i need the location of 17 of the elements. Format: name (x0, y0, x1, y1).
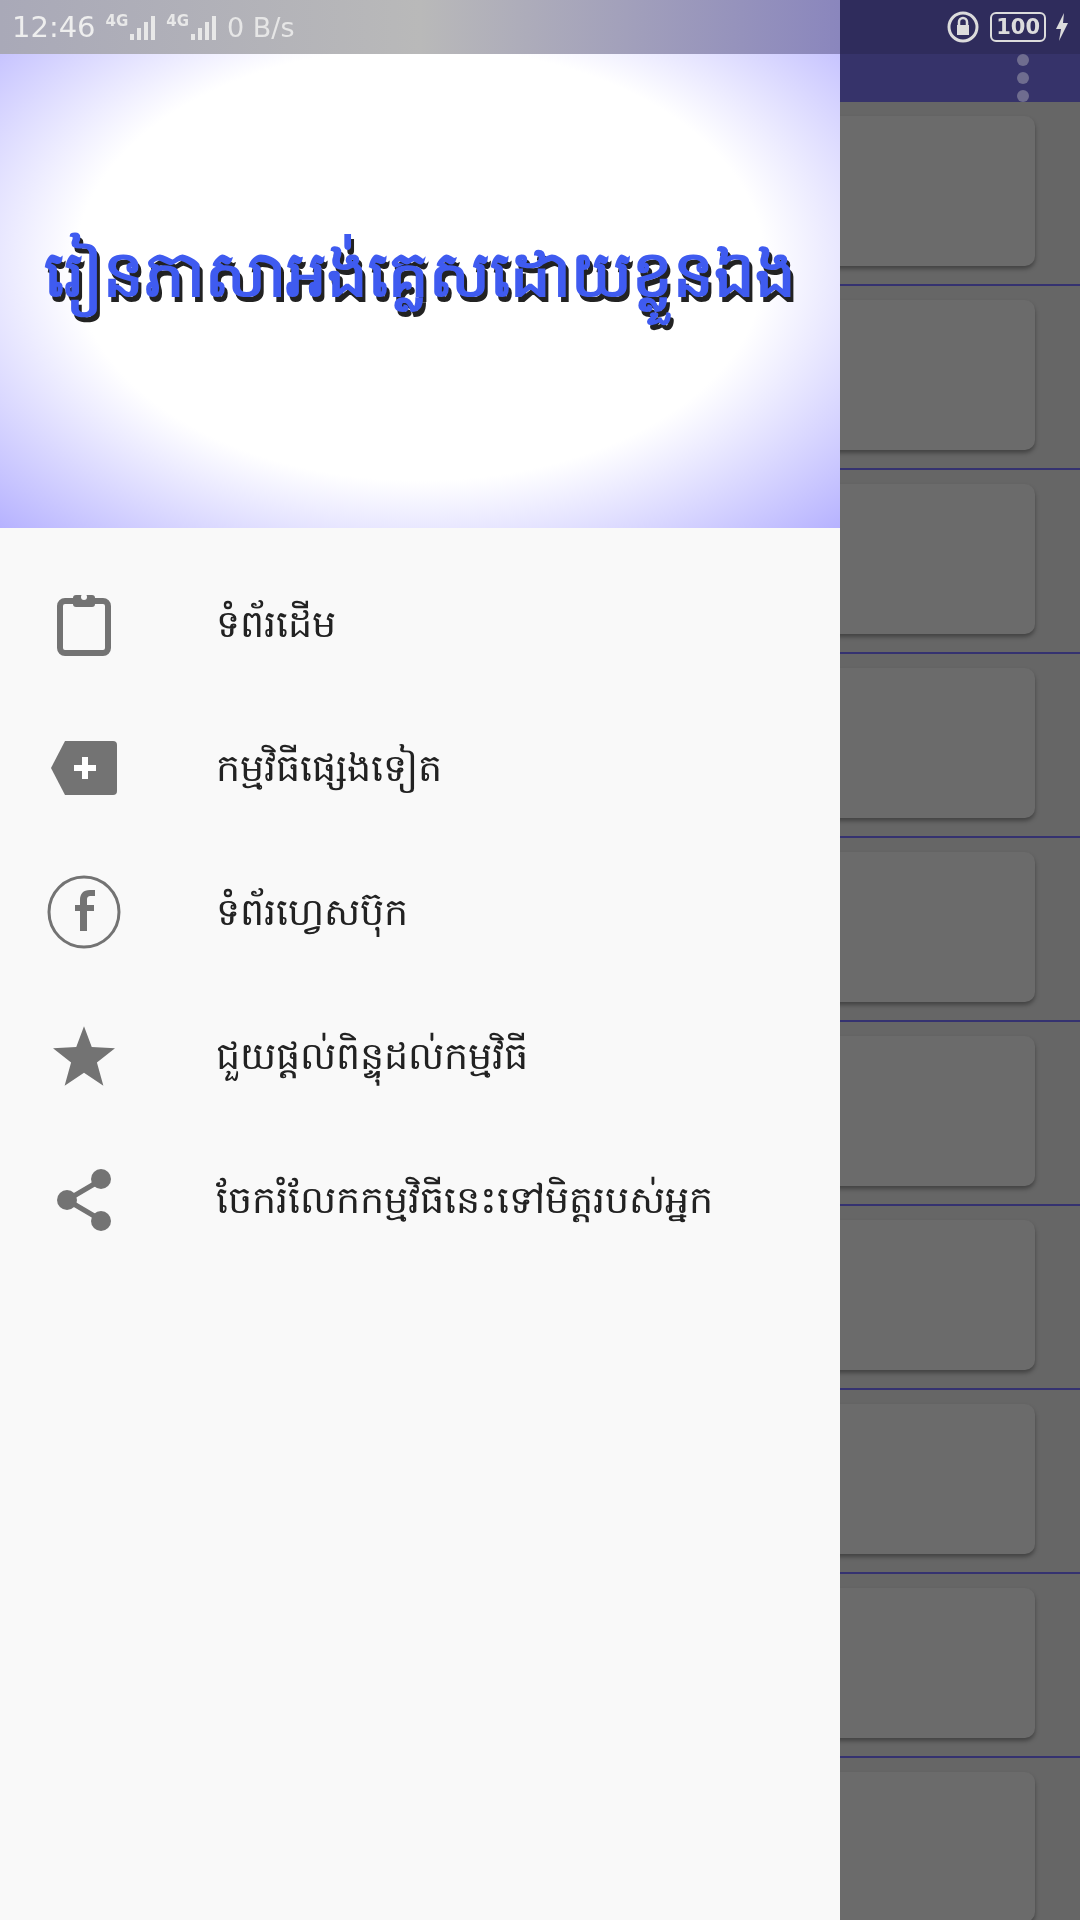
network-type: 4G (166, 14, 190, 29)
share-icon (55, 1168, 113, 1232)
facebook-icon (47, 875, 121, 949)
drawer-menu-item[interactable]: ចែករំលែកកម្មវិធីនេះទៅមិត្តរបស់អ្នក (0, 1128, 840, 1272)
network-type: 4G (105, 14, 129, 29)
tag-plus-icon (51, 741, 117, 795)
drawer-menu-item[interactable]: ទំព័រហ្វេសប៊ុក (0, 840, 840, 984)
signal-icon (191, 14, 218, 40)
drawer-menu-item[interactable]: កម្មវិធីផ្សេងទៀត (0, 696, 840, 840)
charging-icon (1056, 13, 1068, 41)
signal-icon (130, 14, 157, 40)
clock: 12:46 (12, 12, 96, 42)
star-icon (53, 1026, 115, 1086)
rotation-lock-icon (946, 10, 981, 44)
battery-indicator: 100 (990, 12, 1046, 42)
drawer-menu-item[interactable]: ទំព័រដើម (0, 552, 840, 696)
drawer-menu-item[interactable]: ជួយផ្តល់ពិន្ទុដល់កម្មវិធី (0, 984, 840, 1128)
